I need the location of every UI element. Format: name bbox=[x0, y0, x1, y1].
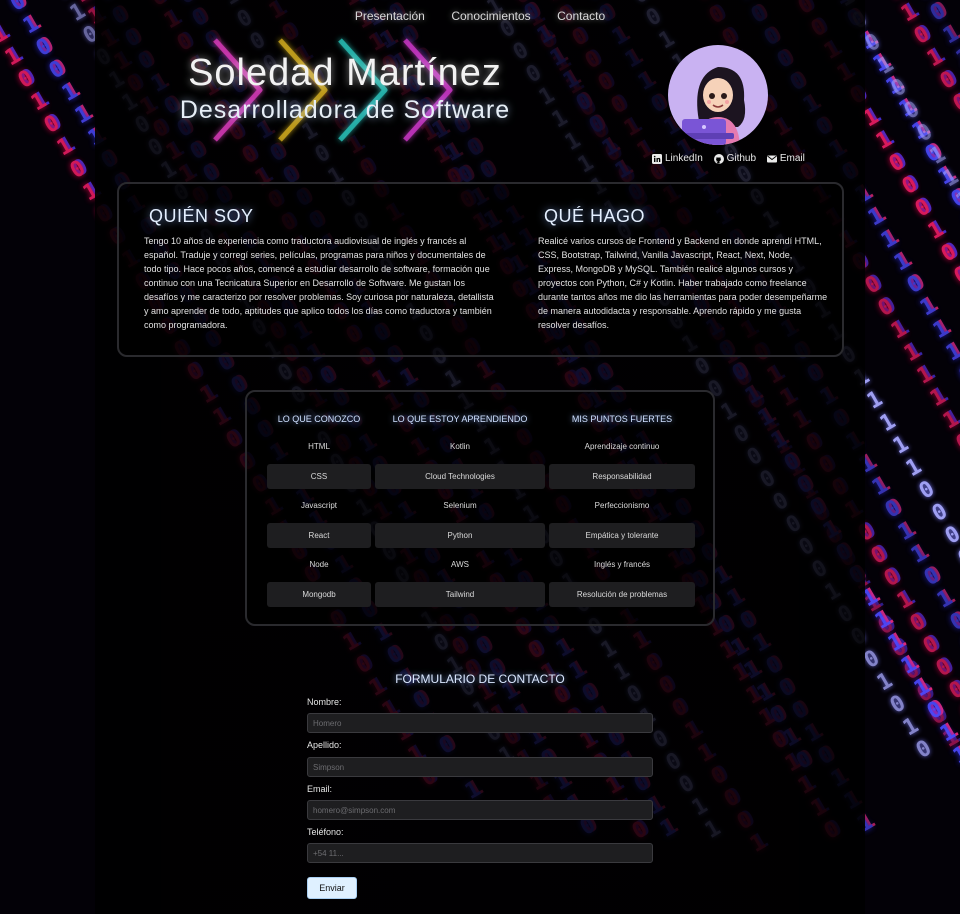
who-am-i-heading: QUIÉN SOY bbox=[149, 206, 254, 226]
email-field[interactable] bbox=[307, 800, 653, 820]
page-subtitle: Desarrolladora de Software bbox=[179, 96, 511, 124]
email-link[interactable]: Email bbox=[766, 153, 805, 164]
known-skill: HTML bbox=[308, 442, 330, 451]
last-name-input[interactable] bbox=[307, 757, 653, 777]
what-i-do-text: Realicé varios cursos de Frontend y Back… bbox=[538, 236, 828, 330]
linkedin-icon bbox=[652, 153, 662, 164]
email-field-label: Email: bbox=[307, 784, 333, 794]
top-nav: Presentación Conocimientos Contacto bbox=[0, 7, 960, 25]
known-skill: React bbox=[267, 522, 371, 548]
learning-skill: Selenium bbox=[443, 501, 477, 510]
linkedin-label: LinkedIn bbox=[665, 153, 703, 164]
learning-skill: Cloud Technologies bbox=[375, 463, 545, 489]
social-links: LinkedIn Github Email bbox=[652, 153, 813, 167]
contact-form-title: FORMULARIO DE CONTACTO bbox=[395, 672, 565, 686]
strength-item: Empática y tolerante bbox=[549, 522, 695, 548]
email-label: Email bbox=[779, 153, 805, 164]
learning-skill: Python bbox=[375, 522, 545, 548]
column-header-learning: LO QUE ESTOY APRENDIENDO bbox=[392, 414, 528, 424]
known-skill: Javascript bbox=[300, 501, 337, 510]
submit-button[interactable]: Enviar bbox=[307, 877, 357, 899]
last-name-label: Apellido: bbox=[307, 740, 342, 750]
page-title: Soledad Martínez bbox=[188, 52, 502, 94]
github-label: Github bbox=[726, 153, 757, 164]
who-am-i-text: Tengo 10 años de experiencia como traduc… bbox=[144, 236, 494, 330]
strength-item: Responsabilidad bbox=[549, 463, 695, 489]
strength-item: Aprendizaje continuo bbox=[584, 442, 660, 451]
learning-skill: Tailwind bbox=[375, 581, 545, 607]
skills-table: LO QUE CONOZCO LO QUE ESTOY APRENDIENDO … bbox=[245, 390, 715, 626]
avatar bbox=[668, 45, 768, 145]
column-header-known: LO QUE CONOZCO bbox=[277, 414, 361, 424]
phone-label: Teléfono: bbox=[307, 827, 344, 837]
known-skill: Node bbox=[309, 560, 329, 569]
nav-link-contacto[interactable]: Contacto bbox=[557, 9, 605, 23]
github-link[interactable]: Github bbox=[713, 153, 757, 164]
known-skill: Mongodb bbox=[267, 581, 371, 607]
nav-link-conocimientos[interactable]: Conocimientos bbox=[451, 9, 530, 23]
avatar-illustration-icon bbox=[678, 67, 746, 145]
what-i-do-heading: QUÉ HAGO bbox=[544, 206, 646, 226]
nav-link-presentacion[interactable]: Presentación bbox=[355, 9, 425, 23]
known-skill: CSS bbox=[267, 463, 371, 489]
column-header-strengths: MIS PUNTOS FUERTES bbox=[571, 414, 673, 424]
first-name-input[interactable] bbox=[307, 713, 653, 733]
first-name-label: Nombre: bbox=[307, 697, 342, 707]
learning-skill: AWS bbox=[451, 560, 469, 569]
learning-skill: Kotlin bbox=[449, 442, 470, 451]
envelope-icon bbox=[766, 155, 777, 162]
github-icon bbox=[713, 153, 724, 164]
strength-item: Perfeccionismo bbox=[594, 501, 650, 510]
linkedin-link[interactable]: LinkedIn bbox=[652, 153, 703, 164]
strength-item: Resolución de problemas bbox=[549, 581, 695, 607]
phone-input[interactable] bbox=[307, 843, 653, 863]
strength-item: Inglés y francés bbox=[593, 560, 651, 569]
about-section: QUIÉN SOY Tengo 10 años de experiencia c… bbox=[117, 182, 844, 357]
